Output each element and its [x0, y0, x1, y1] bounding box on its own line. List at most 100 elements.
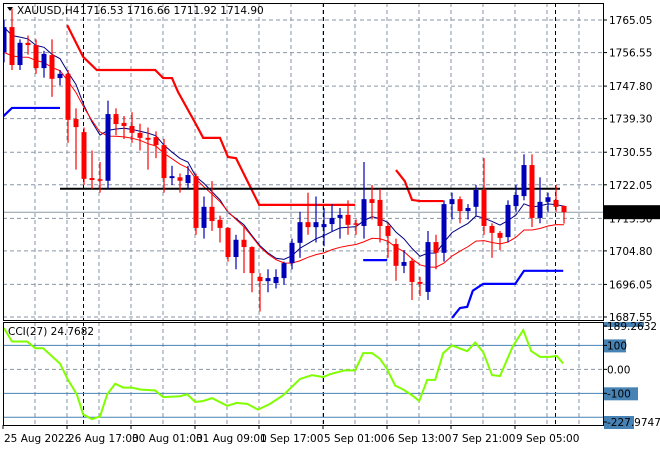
candle-body: [401, 262, 407, 266]
candle[interactable]: [441, 200, 447, 262]
candle[interactable]: [121, 115, 127, 139]
candle[interactable]: [409, 257, 415, 300]
candle[interactable]: [369, 184, 375, 220]
candle-body: [73, 119, 79, 128]
candle[interactable]: [73, 108, 79, 170]
candle-body: [377, 199, 383, 226]
candle[interactable]: [113, 108, 119, 136]
price-axis-label: 1704.80: [609, 246, 652, 258]
price-pane-border: [3, 3, 604, 321]
cci-axis-label: 0.00: [607, 364, 630, 376]
candle[interactable]: [217, 215, 223, 243]
candle[interactable]: [377, 188, 383, 243]
candle[interactable]: [81, 127, 87, 185]
candle[interactable]: [17, 39, 23, 71]
candle-body: [457, 199, 463, 212]
candle-body: [89, 178, 95, 180]
candle[interactable]: [393, 238, 399, 281]
candle[interactable]: [545, 192, 551, 212]
chart-ohlc-values: 1716.53 1716.66 1711.92 1714.90: [80, 5, 264, 17]
candle-body: [153, 137, 159, 146]
candle[interactable]: [137, 123, 143, 151]
candle[interactable]: [105, 100, 111, 189]
candle[interactable]: [289, 238, 295, 270]
candle[interactable]: [185, 165, 191, 189]
candle[interactable]: [433, 234, 439, 270]
candle[interactable]: [361, 161, 367, 239]
candle[interactable]: [193, 173, 199, 235]
candle-body: [161, 145, 167, 179]
candle[interactable]: [521, 154, 527, 201]
time-axis-label: 30 Aug 01:00: [132, 433, 203, 445]
time-axis-label: 7 Sep 21:00: [452, 433, 515, 445]
candle[interactable]: [417, 276, 423, 297]
candle-body: [273, 276, 279, 284]
candle-body: [33, 45, 39, 69]
candle-body: [265, 278, 271, 282]
cci-axis-label: 189.2632: [607, 321, 657, 333]
candle[interactable]: [489, 223, 495, 258]
price-chart[interactable]: 1765.05 1756.55 1747.80 1739.30 1730.55 1722.…: [0, 0, 660, 450]
cci-axis-label: -227.9747: [607, 417, 660, 429]
candle[interactable]: [233, 234, 239, 270]
time-axis-label: 31 Aug 09:00: [196, 433, 267, 445]
candle-body: [537, 201, 543, 218]
candle[interactable]: [265, 269, 271, 293]
candle[interactable]: [425, 230, 431, 300]
candle[interactable]: [225, 227, 231, 262]
time-axis-label: 9 Sep 05:00: [516, 433, 579, 445]
candle-body: [105, 114, 111, 181]
cci-axis-label: -100: [607, 388, 631, 400]
trading-chart-window: 1765.05 1756.55 1747.80 1739.30 1730.55 1722.…: [0, 0, 660, 450]
candle[interactable]: [281, 261, 287, 285]
candle[interactable]: [9, 8, 15, 71]
candle[interactable]: [65, 70, 71, 143]
candle[interactable]: [449, 192, 455, 220]
candle-body: [385, 225, 391, 236]
candle-body: [233, 239, 239, 258]
candle-body: [441, 204, 447, 253]
candle-body: [185, 175, 191, 184]
candle[interactable]: [49, 39, 55, 97]
candle[interactable]: [305, 192, 311, 235]
candle-body: [121, 122, 127, 126]
candle-body: [41, 53, 47, 69]
time-axis-label: 25 Aug 2022: [4, 433, 71, 445]
candle-body: [553, 199, 559, 207]
candle[interactable]: [169, 165, 175, 185]
candle[interactable]: [537, 177, 543, 224]
candle-body: [561, 205, 567, 213]
candle-body: [449, 199, 455, 205]
candle[interactable]: [529, 154, 535, 228]
cci-line: [3, 327, 564, 421]
candle[interactable]: [241, 227, 247, 274]
candle[interactable]: [481, 158, 487, 235]
candle-body: [321, 224, 327, 228]
time-axis-label: 5 Sep 01:00: [324, 433, 387, 445]
price-pane: [3, 3, 603, 320]
price-axis-label: 1765.05: [609, 15, 652, 27]
candle[interactable]: [89, 150, 95, 189]
candle[interactable]: [273, 269, 279, 289]
candle[interactable]: [457, 196, 463, 224]
candle[interactable]: [505, 200, 511, 243]
candle[interactable]: [561, 205, 567, 224]
candle-body: [521, 165, 527, 197]
candle[interactable]: [41, 50, 47, 78]
candle-body: [145, 137, 151, 140]
candle[interactable]: [201, 196, 207, 239]
price-axis-label: 1756.55: [609, 48, 652, 60]
candle-body: [353, 223, 359, 225]
candle[interactable]: [497, 230, 503, 251]
current-price-label: 1714.90: [607, 207, 650, 219]
price-axis-label: 1747.80: [609, 81, 652, 93]
candle-body: [313, 222, 319, 228]
candle[interactable]: [329, 204, 335, 231]
candle-body: [305, 222, 311, 228]
candle[interactable]: [257, 273, 263, 312]
candle[interactable]: [249, 246, 255, 293]
candle-body: [249, 247, 255, 274]
candle[interactable]: [313, 196, 319, 243]
candle-body: [345, 214, 351, 225]
candle[interactable]: [321, 207, 327, 247]
